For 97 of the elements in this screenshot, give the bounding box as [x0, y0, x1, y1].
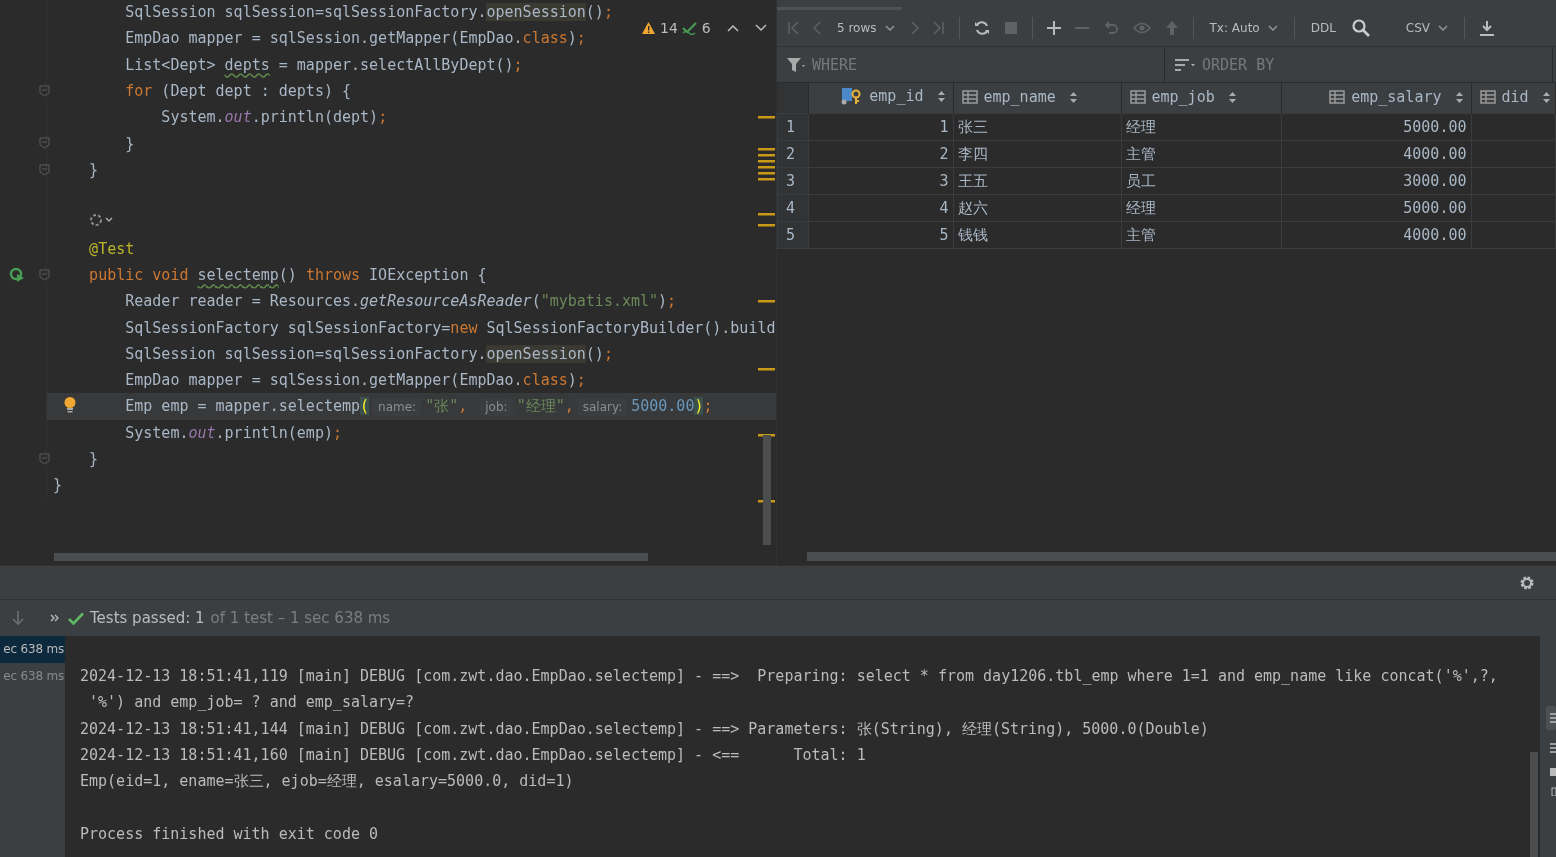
check-icon[interactable] [681, 21, 698, 35]
code-line: SqlSession sqlSession=sqlSessionFactory.openSession(); [124, 345, 613, 363]
console-line: 2024-12-13 18:51:41,144 [main] DEBUG [com.zwt.dao.EmpDao.selectemp] - ==> Parameters: 张(String), 经理(String), 5000.0(Double) [80, 718, 1209, 740]
row-number[interactable]: 1 [777, 113, 808, 141]
console-line: Emp(eid=1, ename=张三, ejob=经理, esalary=5000.0, did=1) [80, 771, 574, 793]
row-number[interactable]: 2 [777, 140, 808, 168]
warning-icon[interactable] [641, 21, 656, 35]
sort-arrows-icon[interactable] [1228, 91, 1236, 103]
column-header[interactable]: emp_name [953, 83, 1121, 114]
weak-warning-count: 6 [701, 20, 711, 36]
code-line: Reader reader = Resources.getResourceAsReader("mybatis.xml"); [124, 292, 677, 311]
code-line: System.out.println(emp); [124, 423, 342, 442]
table-cell: 员工 [1121, 167, 1281, 195]
code-line: EmpDao mapper = sqlSession.getMapper(EmpDao.class); [124, 371, 586, 390]
code-line: SqlSession sqlSession=sqlSessionFactory.openSession(); [124, 3, 613, 22]
column-header[interactable]: emp_id [808, 83, 953, 114]
test-summary-text: of 1 test – 1 sec 638 ms [210, 609, 391, 627]
row-number[interactable]: 5 [777, 221, 808, 249]
check-icon [68, 611, 84, 625]
table-cell: 2 [808, 140, 953, 168]
table-column-icon [961, 90, 978, 104]
lightbulb-icon[interactable] [63, 396, 77, 415]
column-header[interactable]: emp_job [1121, 83, 1281, 114]
table-cell: 经理 [1121, 194, 1281, 222]
where-field[interactable]: WHERE [810, 54, 1014, 75]
console-line: '%') and emp_job= ? and emp_salary=? [88, 692, 415, 714]
rows-dropdown[interactable]: 5 rows [835, 21, 897, 35]
table-cell: 李四 [953, 140, 1121, 168]
row-number[interactable]: 4 [777, 194, 808, 222]
expand-icon[interactable] [50, 614, 60, 622]
table-cell: 钱钱 [953, 221, 1121, 249]
table-cell: 赵六 [953, 194, 1121, 222]
transaction-dropdown[interactable]: Tx: Auto [1207, 21, 1280, 35]
table-cell: 5000.00 [1281, 113, 1471, 141]
table-column-icon [1479, 90, 1496, 104]
sort-arrows-icon[interactable] [937, 90, 945, 102]
scrollbar-thumb[interactable] [1530, 752, 1538, 857]
caret-icon [1438, 25, 1449, 31]
test-item[interactable]: ec 638 ms [0, 663, 65, 690]
sort-arrows-icon[interactable] [1455, 91, 1463, 103]
download-icon[interactable] [1479, 20, 1496, 36]
chevron-down-icon[interactable] [754, 24, 767, 32]
table-cell: 3000.00 [1281, 167, 1471, 195]
ddl-button[interactable]: DDL [1308, 21, 1338, 35]
order-by-field[interactable]: ORDER BY [1200, 54, 1404, 75]
table-column-icon [1129, 90, 1146, 104]
code-line: } [88, 450, 99, 469]
code-line: List<Dept> depts = mapper.selectAllByDept(); [124, 55, 523, 74]
table-cell: 4000.00 [1281, 221, 1471, 249]
code-line: } [124, 134, 135, 153]
warning-count: 14 [660, 20, 678, 36]
filter-icon[interactable] [786, 56, 806, 73]
table-cell: 4 [808, 194, 953, 222]
code-line: } [53, 476, 63, 495]
table-cell: 主管 [1121, 221, 1281, 249]
scrollbar-thumb[interactable] [54, 553, 648, 561]
code-line: Emp emp = mapper.selectemp( name: "张", job: "经理", salary: 5000.00); [124, 397, 713, 417]
column-header[interactable]: did [1471, 83, 1556, 114]
code-line: @Test [88, 239, 135, 258]
code-line: SqlSessionFactory sqlSessionFactory=new SqlSessionFactoryBuilder().build [124, 318, 776, 337]
table-cell: 5000.00 [1281, 194, 1471, 222]
test-item[interactable]: ec 638 ms [0, 636, 65, 663]
table-column-icon [1329, 90, 1346, 104]
sort-icon[interactable] [1174, 57, 1196, 72]
run-icon[interactable] [9, 266, 25, 283]
column-header[interactable]: emp_salary [1281, 83, 1471, 114]
table-cell: 5 [808, 221, 953, 249]
search-icon[interactable] [1351, 19, 1370, 37]
caret-icon [884, 25, 895, 31]
chevron-up-icon[interactable] [726, 24, 739, 32]
code-line: System.out.println(dept); [160, 108, 388, 127]
row-number[interactable]: 3 [777, 167, 808, 195]
tests-passed-label: Tests passed: 1 [90, 609, 205, 627]
table-cell: 主管 [1121, 140, 1281, 168]
refresh-icon[interactable] [973, 20, 990, 36]
scrollbar-thumb[interactable] [807, 552, 1556, 561]
scrollbar-thumb[interactable] [763, 435, 771, 545]
table-cell: 1 [808, 113, 953, 141]
sort-arrows-icon[interactable] [1542, 91, 1550, 103]
table-cell: 4000.00 [1281, 140, 1471, 168]
table-cell: 3 [808, 167, 953, 195]
code-line: EmpDao mapper = sqlSession.getMapper(EmpDao.class); [124, 29, 586, 48]
table-cell: 张三 [953, 113, 1121, 141]
console-line: 2024-12-13 18:51:41,119 [main] DEBUG [com.zwt.dao.EmpDao.selectemp] - ==> Preparing: select * from day1206.tbl_emp where 1=1 and emp_name like concat('%',?, [80, 666, 1498, 687]
code-line: for (Dept dept : depts) { [124, 82, 352, 101]
caret-icon [1267, 25, 1278, 31]
code-vision-icon[interactable] [89, 212, 115, 227]
settings-icon[interactable] [1519, 574, 1535, 591]
table-cell: 经理 [1121, 113, 1281, 141]
code-line: } [88, 160, 99, 179]
add-icon[interactable] [1046, 21, 1061, 35]
code-line: public void selectemp() throws IOException { [88, 266, 487, 285]
export-format-dropdown[interactable]: CSV [1403, 21, 1451, 35]
table-cell: 王五 [953, 167, 1121, 195]
console-line: 2024-12-13 18:51:41,160 [main] DEBUG [com.zwt.dao.EmpDao.selectemp] - <== Total: 1 [80, 744, 866, 766]
sort-arrows-icon[interactable] [1069, 91, 1077, 103]
console-line: Process finished with exit code 0 [80, 823, 378, 845]
